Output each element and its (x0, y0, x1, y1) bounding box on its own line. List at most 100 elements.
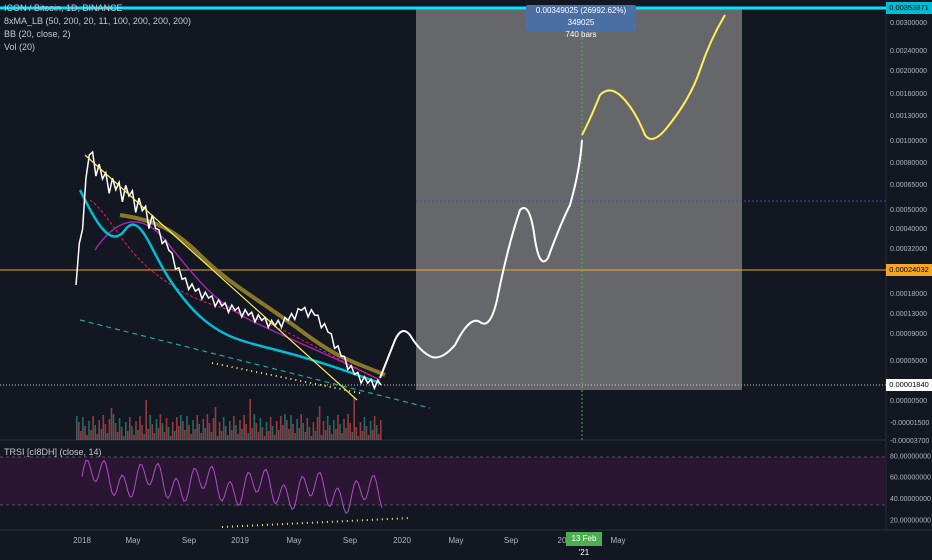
volume-bar (188, 425, 190, 440)
price-tick-label: -0.00003700 (890, 438, 929, 445)
volume-bar (231, 430, 233, 440)
volume-bar (206, 414, 209, 440)
time-axis-ticks: 2018 May Sep 2019 May Sep 2020 May Sep 20 May (73, 536, 625, 545)
price-tick-label: 0.00160000 (890, 91, 927, 98)
price-tick-label: 0.00065000 (890, 182, 927, 189)
volume-bar (324, 430, 327, 440)
volume-bar (137, 430, 139, 440)
volume-bar (204, 428, 207, 440)
volume-bar (167, 427, 170, 440)
volume-bar (275, 421, 278, 440)
volume-bar (220, 431, 223, 440)
volume-bar (310, 436, 313, 440)
volume-bar (116, 432, 119, 440)
volume-bar (210, 432, 213, 440)
volume-bar (139, 416, 141, 440)
volume-bar (235, 425, 237, 440)
volume-bar (82, 417, 84, 440)
volume-bar (84, 426, 86, 440)
volume-bar (208, 423, 211, 440)
volume-bar (155, 419, 158, 440)
rsi-tick-label: 40.00000000 (890, 496, 931, 503)
volume-bar (96, 434, 98, 440)
volume-bar (261, 427, 264, 440)
volume-bar (114, 423, 117, 440)
volume-bar (298, 428, 300, 440)
time-tick-label: Sep (504, 536, 519, 545)
volume-bar (375, 425, 378, 440)
volume-bar (94, 425, 96, 440)
volume-bar (282, 425, 284, 440)
volume-bar (214, 407, 217, 440)
volume-bar (202, 419, 205, 440)
date-tag: 13 Feb '21 (566, 532, 602, 557)
measure-box[interactable] (416, 8, 742, 390)
volume-bar (173, 431, 176, 440)
volume-bar (233, 416, 235, 440)
support-trendline (79, 319, 431, 409)
price-tick-label: 0.00080000 (890, 160, 927, 167)
volume-bar (98, 420, 100, 440)
volume-bar (200, 433, 202, 440)
ma-200-line (119, 213, 386, 377)
volume-bar (100, 429, 103, 440)
volume-bar (194, 429, 196, 440)
volume-bar (369, 421, 372, 440)
volume-bar (355, 427, 358, 440)
volume-bar (141, 425, 143, 440)
volume-bar (377, 434, 380, 440)
volume-bar (184, 430, 186, 440)
volume-bar (108, 419, 111, 440)
volume-bar (171, 422, 174, 440)
volume-bar (163, 432, 166, 440)
volume-bar (178, 426, 180, 440)
volume-bar (363, 417, 366, 440)
bb-legend[interactable]: BB (20, close, 2) (4, 29, 71, 40)
price-tick-label: -0.00001500 (890, 420, 929, 427)
symbol-legend[interactable]: ICON / Bitcoin, 1D, BINANCE (4, 3, 123, 14)
volume-bar (314, 431, 317, 440)
volume-bar (320, 435, 323, 440)
time-tick-label: Sep (182, 536, 197, 545)
volume-bar (318, 406, 321, 440)
time-tick-label: May (610, 536, 625, 545)
volume-bar (176, 417, 178, 440)
price-tick-label: 0.00005000 (890, 358, 927, 365)
volume-bar (229, 421, 231, 440)
volume-bar (351, 432, 353, 440)
time-tick-label: May (286, 536, 301, 545)
resistance-trendline (84, 154, 358, 401)
volume-bars (76, 398, 382, 440)
volume-bar (345, 428, 347, 440)
volume-bar (104, 424, 107, 440)
rsi-divergence-line (221, 517, 411, 528)
last-price-tag: 0.00001840 (886, 379, 932, 391)
price-tick-label: 0.00100000 (890, 138, 927, 145)
rsi-tick-label: 80.00000000 (890, 453, 931, 460)
volume-bar (247, 433, 249, 440)
volume-bar (186, 416, 188, 440)
volume-bar (251, 428, 253, 440)
volume-bar (306, 418, 309, 440)
volume-bar (112, 414, 115, 440)
volume-bar (278, 430, 280, 440)
measure-line2: 740 bars (565, 30, 597, 39)
ma-legend[interactable]: 8xMA_LB (50, 200, 20, 11, 100, 200, 200,… (4, 16, 191, 27)
volume-bar (380, 420, 382, 440)
price-tick-label: 0.00009000 (890, 331, 927, 338)
volume-bar (151, 424, 154, 440)
volume-bar (78, 422, 80, 440)
rsi-legend[interactable]: TRSI [cI8DH] (close, 14) (4, 447, 102, 457)
volume-bar (269, 417, 272, 440)
volume-bar (149, 415, 151, 440)
volume-bar (326, 416, 329, 440)
rsi-tick-label: 20.00000000 (890, 517, 931, 524)
volume-bar (86, 435, 88, 440)
price-tick-label: 0.00200000 (890, 68, 927, 75)
volume-bar (131, 426, 133, 440)
volume-bar (212, 418, 215, 440)
chart-canvas[interactable]: 0.00300000 0.00240000 0.00200000 0.00160000… (0, 0, 932, 550)
volume-bar (294, 433, 296, 440)
time-tick-label: 2019 (231, 536, 249, 545)
vol-legend[interactable]: Vol (20) (4, 42, 35, 53)
